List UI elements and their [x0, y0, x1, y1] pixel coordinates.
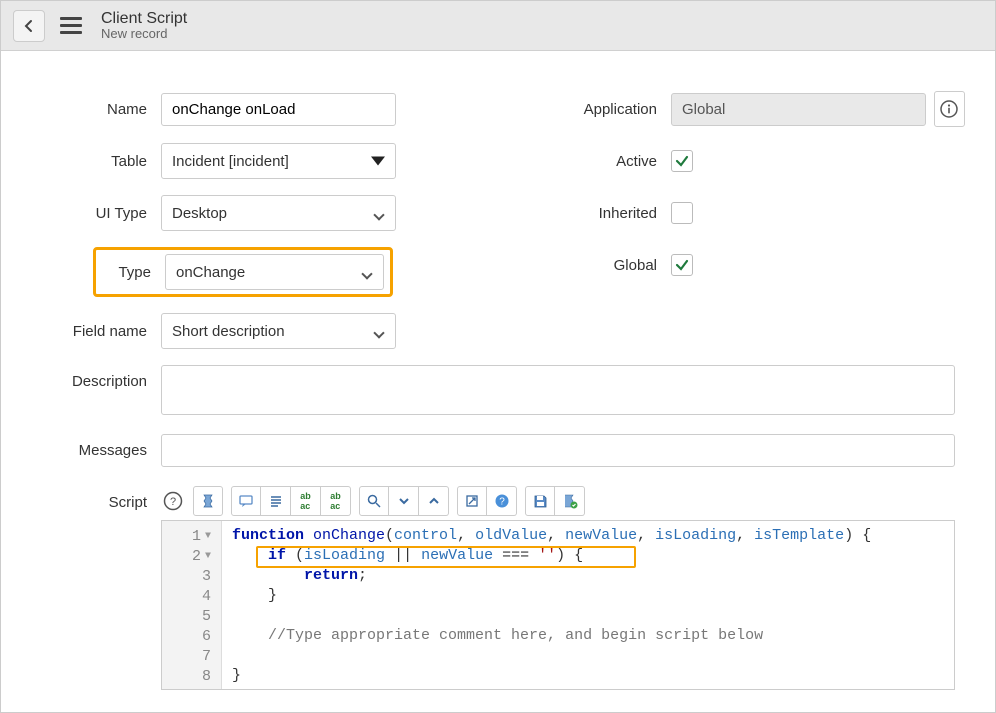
check-icon [675, 154, 689, 168]
replace-all-icon: abac [330, 491, 341, 511]
type-label: Type [102, 264, 165, 281]
search-icon [366, 493, 382, 509]
format-code-button[interactable] [261, 486, 291, 516]
name-label: Name [31, 101, 161, 118]
page-subtitle: New record [101, 27, 187, 41]
inherited-label: Inherited [511, 205, 671, 222]
menu-bar-icon [60, 24, 82, 27]
info-icon [940, 100, 958, 118]
application-label: Application [511, 101, 671, 118]
menu-button[interactable] [55, 10, 87, 42]
replace-icon: abac [300, 491, 311, 511]
active-checkbox[interactable] [671, 150, 693, 172]
type-select[interactable]: onChange [165, 254, 384, 290]
search-button[interactable] [359, 486, 389, 516]
line-gutter: 1▼ 2▼ 3 4 5 6 7 8 [162, 521, 222, 689]
menu-bar-icon [60, 17, 82, 20]
script-editor[interactable]: 1▼ 2▼ 3 4 5 6 7 8 function onChange(cont… [161, 520, 955, 690]
toggle-comment-button[interactable] [231, 486, 261, 516]
back-button[interactable] [13, 10, 45, 42]
script-help-button[interactable]: ? [161, 489, 185, 513]
editor-help-button[interactable]: ? [487, 486, 517, 516]
search-prev-button[interactable] [419, 486, 449, 516]
question-icon: ? [163, 491, 183, 511]
code-line-5 [232, 607, 944, 627]
code-line-7 [232, 647, 944, 667]
global-checkbox[interactable] [671, 254, 693, 276]
chevron-down-icon [361, 268, 372, 279]
menu-bar-icon [60, 31, 82, 34]
chevron-down-icon [373, 209, 384, 220]
application-field: Global [671, 93, 926, 126]
scroll-icon [200, 493, 216, 509]
script-toolbar: ? abac abac [161, 486, 955, 516]
code-line-1: function onChange(control, oldValue, new… [232, 527, 944, 547]
search-next-button[interactable] [389, 486, 419, 516]
type-select-value: onChange [176, 264, 245, 281]
caret-down-icon [371, 157, 385, 166]
description-textarea[interactable] [161, 365, 955, 415]
active-label: Active [511, 153, 671, 170]
table-select-value: Incident [incident] [172, 153, 289, 170]
check-icon [675, 258, 689, 272]
code-line-3: return; [232, 567, 944, 587]
code-line-6: //Type appropriate comment here, and beg… [232, 627, 944, 647]
global-label: Global [511, 257, 671, 274]
inherited-checkbox[interactable] [671, 202, 693, 224]
page-title: Client Script [101, 10, 187, 28]
name-input[interactable] [161, 93, 396, 126]
code-line-4: } [232, 587, 944, 607]
messages-textarea[interactable] [161, 434, 955, 467]
chevron-up-icon [427, 494, 441, 508]
fieldname-select-value: Short description [172, 323, 285, 340]
chevron-down-icon [373, 327, 384, 338]
save-button[interactable] [525, 486, 555, 516]
expand-icon [465, 494, 479, 508]
help-circle-icon: ? [494, 493, 510, 509]
chevron-left-icon [22, 19, 36, 33]
description-label: Description [31, 365, 161, 390]
table-select[interactable]: Incident [incident] [161, 143, 396, 179]
lines-icon [268, 493, 284, 509]
fieldname-label: Field name [31, 323, 161, 340]
uitype-select-value: Desktop [172, 205, 227, 222]
application-info-button[interactable] [934, 91, 965, 127]
svg-text:?: ? [170, 496, 176, 508]
code-body[interactable]: function onChange(control, oldValue, new… [222, 521, 954, 689]
form-header: Client Script New record [1, 1, 995, 51]
replace-button[interactable]: abac [291, 486, 321, 516]
comment-icon [238, 493, 254, 509]
uitype-label: UI Type [31, 205, 161, 222]
script-label: Script [31, 486, 161, 511]
script-validate-button[interactable] [193, 486, 223, 516]
replace-all-button[interactable]: abac [321, 486, 351, 516]
messages-label: Messages [31, 434, 161, 459]
toggle-syntax-button[interactable] [555, 486, 585, 516]
fullscreen-button[interactable] [457, 486, 487, 516]
table-label: Table [31, 153, 161, 170]
code-line-8: } [232, 667, 944, 687]
uitype-select[interactable]: Desktop [161, 195, 396, 231]
code-line-2: if (isLoading || newValue === '') { [232, 547, 944, 567]
chevron-down-icon [397, 494, 411, 508]
scroll-check-icon [562, 493, 578, 509]
svg-text:?: ? [499, 497, 505, 508]
fieldname-select[interactable]: Short description [161, 313, 396, 349]
save-icon [533, 494, 548, 509]
